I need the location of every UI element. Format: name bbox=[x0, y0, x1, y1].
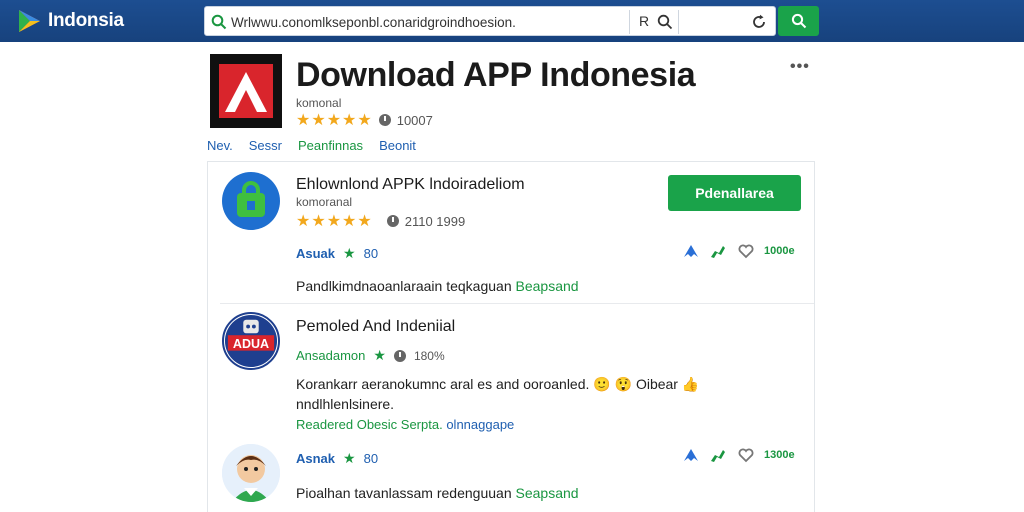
description-link[interactable]: Beapsand bbox=[516, 278, 579, 294]
tag-label[interactable]: Asuak bbox=[296, 246, 335, 261]
tag-count: 80 bbox=[363, 451, 379, 466]
search-icon bbox=[211, 14, 227, 30]
clock-icon bbox=[393, 349, 406, 362]
description-text: Pioalhan tavanlassam redenguuan bbox=[296, 485, 512, 501]
share-icon[interactable] bbox=[682, 243, 700, 259]
description-extra: Oibear bbox=[635, 376, 678, 392]
tag-count: 80 bbox=[363, 246, 379, 261]
thumbs-up-icon[interactable] bbox=[710, 447, 728, 463]
app-title[interactable]: Pemoled And Indeniial bbox=[296, 318, 455, 336]
play-logo-icon bbox=[19, 10, 40, 32]
star-icon: ★ bbox=[343, 450, 356, 466]
app-tag: Ansadamon ★ 180% bbox=[296, 347, 445, 364]
rating-stars: ★★★★★ bbox=[296, 213, 373, 230]
logo-text: ADUA bbox=[233, 337, 269, 351]
app-icon[interactable] bbox=[222, 444, 280, 502]
star-icon: ★ bbox=[373, 347, 386, 363]
app-count: 2110 1999 bbox=[404, 213, 466, 229]
tab-benefit[interactable]: Beonit bbox=[379, 138, 416, 153]
share-icon[interactable] bbox=[682, 447, 700, 463]
search-icon bbox=[791, 13, 806, 29]
top-bar: Indonsia R bbox=[0, 0, 1024, 42]
item-actions: 1000e bbox=[682, 243, 795, 259]
search-divider bbox=[629, 10, 630, 34]
clock-icon bbox=[386, 215, 399, 227]
app-description: Korankarr aeranokumnc aral es and ooroan… bbox=[296, 376, 716, 393]
thumbs-up-icon[interactable] bbox=[710, 243, 728, 259]
more-options-icon[interactable]: ••• bbox=[790, 58, 810, 76]
app-icon[interactable] bbox=[222, 172, 280, 230]
app-subtitle: komoranal bbox=[296, 195, 353, 209]
search-extra-label: R bbox=[639, 13, 650, 29]
description-text: Korankarr aeranokumnc aral es and ooroan… bbox=[296, 376, 590, 392]
description-link[interactable]: Readered Obesic Serpta. bbox=[296, 417, 443, 432]
app-logo-icon bbox=[219, 64, 273, 118]
face-emoji-icon: 🙂 bbox=[593, 376, 611, 392]
tab-search[interactable]: Sessr bbox=[249, 138, 282, 153]
search-divider bbox=[678, 10, 679, 34]
face-emoji-icon: 😲 bbox=[614, 376, 633, 392]
action-count: 1000e bbox=[764, 245, 795, 257]
tag-percent: 180% bbox=[413, 348, 445, 363]
brand-name: Indonsia bbox=[48, 10, 124, 31]
download-button[interactable]: Pdenallarea bbox=[668, 175, 801, 211]
app-title[interactable]: Ehlownlond APPK lndoiradeliom bbox=[296, 176, 525, 194]
star-icon: ★ bbox=[343, 245, 356, 261]
app-rating: ★★★★★ 2110 1999 bbox=[296, 211, 465, 231]
hero-rating: ★★★★★ 10007 bbox=[296, 110, 433, 130]
magnifier-icon[interactable] bbox=[657, 14, 673, 30]
app-tag: Asnak ★ 80 bbox=[296, 450, 378, 467]
action-count: 1300e bbox=[764, 449, 795, 461]
description-text: Pandlkimdnaoanlaraain teqkaguan bbox=[296, 278, 512, 294]
search-button[interactable] bbox=[778, 6, 819, 36]
tag-label[interactable]: Ansadamon bbox=[296, 348, 365, 363]
thumbs-emoji-icon: 👍 bbox=[681, 376, 700, 392]
tab-bar: Nev. Sessr Peanfinnas Beonit bbox=[207, 138, 416, 153]
lock-icon bbox=[237, 181, 265, 217]
app-description: Pandlkimdnaoanlaraain teqkaguan Beapsand bbox=[296, 278, 579, 294]
search-input[interactable] bbox=[231, 11, 631, 33]
refresh-icon[interactable] bbox=[751, 14, 767, 30]
hero-subtitle: komonal bbox=[296, 96, 342, 110]
app-tag: Asuak ★ 80 bbox=[296, 245, 378, 262]
app-description: Pioalhan tavanlassam redenguuan Seapsand bbox=[296, 485, 579, 501]
character-avatar-icon bbox=[222, 444, 280, 502]
hero-app-icon[interactable] bbox=[210, 54, 282, 128]
heart-icon[interactable] bbox=[738, 243, 754, 259]
app-links: Readered Obesic Serpta. olnnaggape bbox=[296, 417, 514, 432]
search-bar: R bbox=[204, 6, 776, 36]
clock-icon bbox=[378, 114, 391, 126]
robot-logo-icon: ADUA bbox=[224, 314, 278, 368]
description-line-2: nndlhlenlsinere. bbox=[296, 396, 395, 412]
app-icon[interactable]: ADUA bbox=[222, 312, 280, 370]
item-actions: 1300e bbox=[682, 447, 795, 463]
description-link[interactable]: olnnaggape bbox=[446, 417, 514, 432]
rating-stars: ★★★★★ bbox=[296, 112, 373, 129]
tab-new[interactable]: Nev. bbox=[207, 138, 233, 153]
hero-count: 10007 bbox=[396, 112, 433, 128]
brand[interactable]: Indonsia bbox=[16, 6, 124, 36]
description-link[interactable]: Seapsand bbox=[516, 485, 579, 501]
page-title: Download APP Indonesia bbox=[296, 56, 696, 94]
row-divider bbox=[220, 303, 814, 304]
tab-features[interactable]: Peanfinnas bbox=[298, 138, 363, 153]
tag-label[interactable]: Asnak bbox=[296, 451, 335, 466]
heart-icon[interactable] bbox=[738, 447, 754, 463]
